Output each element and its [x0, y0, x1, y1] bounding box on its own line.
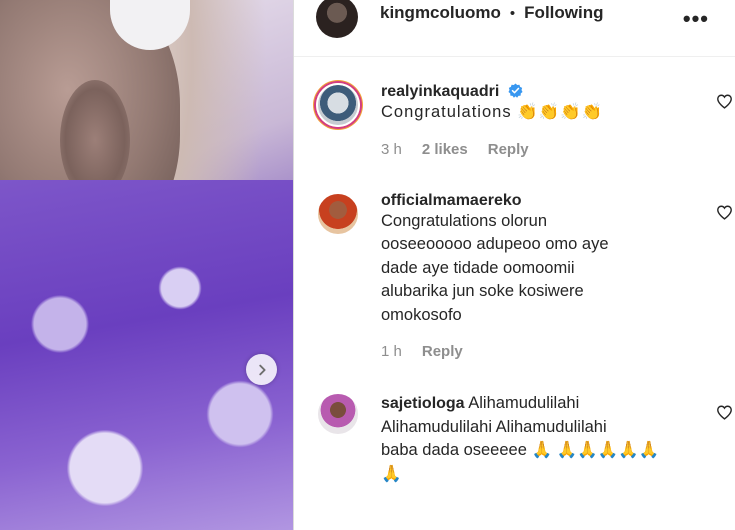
author-username[interactable]: kingmcoluomo — [380, 3, 501, 23]
chevron-right-icon — [258, 364, 266, 375]
commenter-username[interactable]: realyinkaquadri — [381, 83, 499, 100]
media-clothing — [0, 180, 293, 530]
post-media[interactable] — [0, 0, 293, 530]
comment-text-line: ooseeooooo adupeoo omo aye — [381, 235, 609, 253]
commenter-username[interactable]: officialmamaereko — [381, 192, 681, 210]
comment-text-line: 🙏 — [381, 464, 402, 483]
verified-badge-icon — [508, 83, 523, 98]
comment-time[interactable]: 1 h — [381, 343, 402, 360]
comment-item: realyinkaquadri Congratulations 👏👏👏👏 3 h… — [316, 83, 735, 158]
comment-body: officialmamaereko Congratulations olorun… — [381, 192, 681, 361]
heart-icon[interactable] — [716, 93, 733, 110]
comments-panel: kingmcoluomo • Following ••• realyinkaqu… — [293, 0, 735, 530]
comment-text: Congratulations 👏👏👏👏 — [381, 103, 604, 121]
commenter-avatar[interactable] — [316, 392, 360, 436]
post-header: kingmcoluomo • Following ••• — [294, 0, 735, 57]
post-viewer: kingmcoluomo • Following ••• realyinkaqu… — [0, 0, 735, 530]
comment-text-line: dade aye tidade oomoomii — [381, 258, 575, 277]
more-options-icon[interactable]: ••• — [683, 6, 709, 32]
heart-icon[interactable] — [716, 404, 733, 421]
comment-list: realyinkaquadri Congratulations 👏👏👏👏 3 h… — [294, 83, 735, 486]
comment-item: officialmamaereko Congratulations olorun… — [316, 191, 735, 361]
comment-meta: 3 h 2 likes Reply — [381, 141, 681, 158]
comment-body: sajetiologa Alihamudulilahi Alihamudulil… — [381, 392, 681, 486]
reply-button[interactable]: Reply — [422, 343, 463, 360]
comment-meta: 1 h Reply — [381, 343, 681, 360]
next-media-button[interactable] — [246, 354, 277, 385]
comment-text: sajetiologa Alihamudulilahi Alihamudulil… — [381, 392, 681, 486]
comment-text-line: baba dada oseeeee 🙏 🙏🙏🙏🙏🙏 — [381, 441, 660, 459]
comment-text-line: Alihamudulilahi Alihamudulilahi — [381, 417, 607, 436]
comment-time[interactable]: 3 h — [381, 141, 402, 158]
comment-text: Congratulations olorun ooseeooooo adupeo… — [381, 210, 681, 328]
author-avatar[interactable] — [316, 0, 358, 38]
comment-text-line: Congratulations olorun — [381, 211, 548, 230]
comment-item: sajetiologa Alihamudulilahi Alihamudulil… — [316, 392, 735, 486]
heart-icon[interactable] — [716, 204, 733, 221]
header-separator: • — [509, 4, 516, 22]
following-button[interactable]: Following — [524, 3, 603, 23]
comment-text-line: Alihamudulilahi — [468, 394, 580, 412]
comment-text-line: alubarika jun soke kosiwere — [381, 282, 584, 300]
comment-likes[interactable]: 2 likes — [422, 141, 468, 158]
commenter-username[interactable]: sajetiologa — [381, 395, 465, 412]
comment-text-line: omokosofo — [381, 305, 462, 324]
reply-button[interactable]: Reply — [488, 141, 529, 158]
comment-body: realyinkaquadri Congratulations 👏👏👏👏 3 h… — [381, 83, 681, 158]
commenter-avatar[interactable] — [316, 191, 360, 236]
commenter-avatar[interactable] — [316, 83, 360, 127]
